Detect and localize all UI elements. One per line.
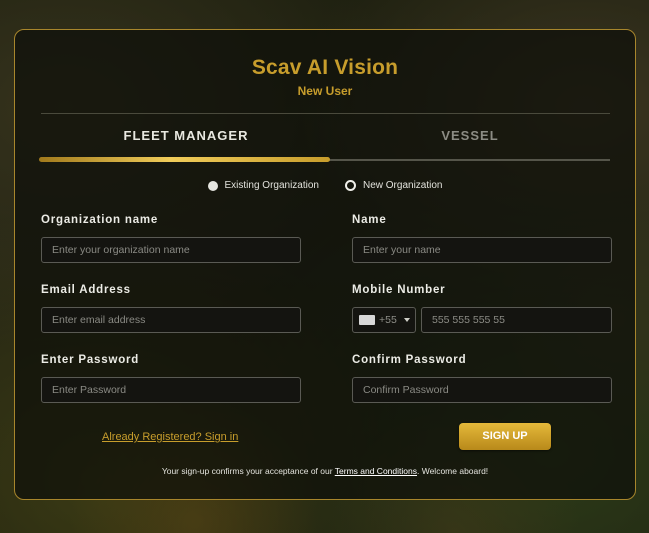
email-label: Email Address (41, 284, 131, 296)
password-input[interactable] (41, 377, 301, 403)
country-code-select[interactable]: +55 (352, 307, 416, 333)
app-title: Scav AI Vision (251, 56, 399, 79)
email-input[interactable] (41, 307, 301, 333)
terms-link[interactable]: Terms and Conditions (335, 466, 417, 476)
confirm-password-label: Confirm Password (352, 354, 467, 366)
terms-text-before: Your sign-up confirms your acceptance of… (161, 466, 335, 476)
organization-mode-group: Existing Organization New Organization (15, 180, 635, 191)
radio-existing-organization[interactable]: Existing Organization (207, 180, 320, 191)
signup-card: Scav AI Vision New User FLEET MANAGER VE… (14, 29, 636, 500)
chevron-down-icon (403, 318, 410, 322)
country-code: +55 (379, 314, 397, 326)
terms-text-after: . Welcome aboard! (416, 466, 489, 476)
org-name-input[interactable] (41, 237, 301, 263)
org-name-label: Organization name (41, 214, 159, 226)
radio-new-organization[interactable]: New Organization (345, 180, 442, 191)
active-tab-indicator (39, 157, 330, 162)
password-label: Enter Password (41, 354, 140, 366)
radio-label: Existing Organization (224, 180, 320, 191)
radio-selected-icon (207, 180, 218, 191)
name-label: Name (352, 214, 387, 226)
mobile-label: Mobile Number (352, 284, 446, 296)
radio-unselected-icon (345, 180, 356, 191)
terms-notice: Your sign-up confirms your acceptance of… (15, 466, 635, 476)
page-subtitle: New User (297, 84, 353, 98)
radio-label: New Organization (363, 180, 443, 191)
signin-link[interactable]: Already Registered? Sign in (102, 431, 238, 443)
signup-button[interactable]: SIGN UP (459, 423, 551, 450)
tab-fleet-manager[interactable]: FLEET MANAGER (41, 128, 331, 143)
mobile-input[interactable] (421, 307, 612, 333)
divider (41, 113, 610, 114)
name-input[interactable] (352, 237, 612, 263)
confirm-password-input[interactable] (352, 377, 612, 403)
flag-icon (359, 315, 375, 325)
tab-vessel[interactable]: VESSEL (325, 128, 615, 143)
